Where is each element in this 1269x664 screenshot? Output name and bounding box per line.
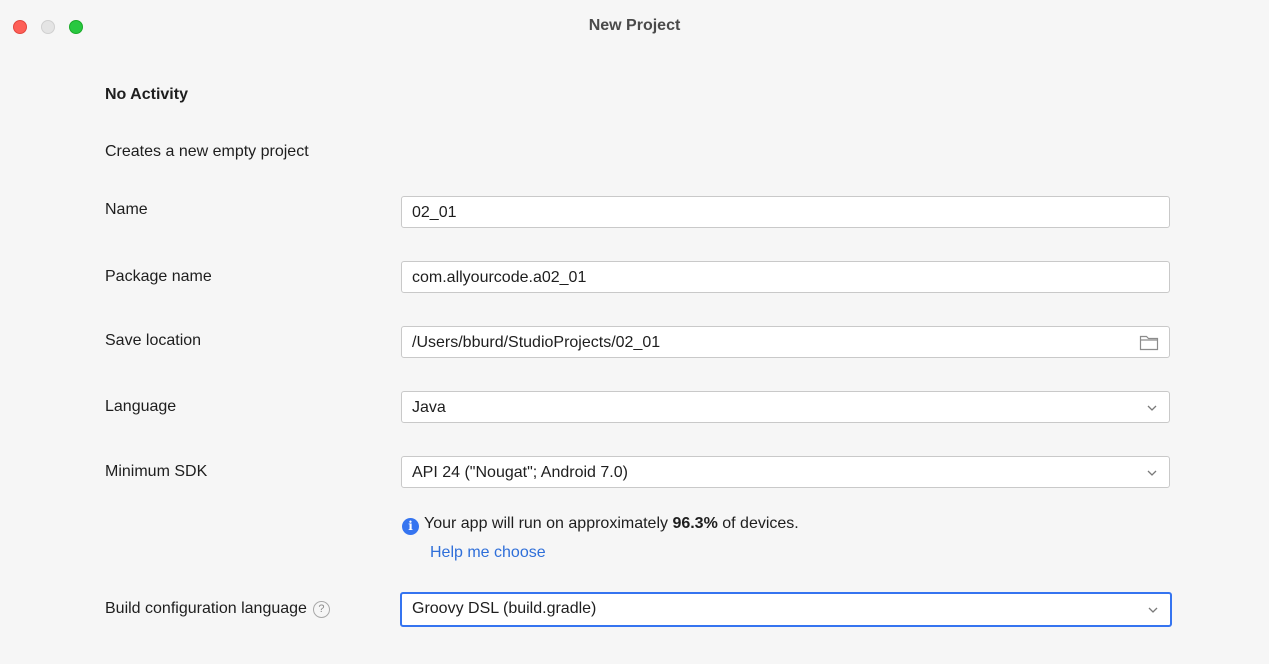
build-config-label: Build configuration language xyxy=(105,600,307,617)
package-name-field[interactable]: com.allyourcode.a02_01 xyxy=(401,261,1170,293)
name-label: Name xyxy=(105,201,148,218)
language-label: Language xyxy=(105,398,177,415)
sdk-info-prefix: Your app will run on approximately xyxy=(424,515,673,532)
help-me-choose-link[interactable]: Help me choose xyxy=(430,544,546,562)
language-dropdown[interactable]: Java xyxy=(401,391,1170,423)
chevron-down-icon xyxy=(1147,405,1157,411)
minimum-sdk-value: API 24 ("Nougat"; Android 7.0) xyxy=(412,464,628,481)
chevron-down-icon xyxy=(1147,470,1157,476)
template-description: Creates a new empty project xyxy=(105,143,309,160)
package-name-value: com.allyourcode.a02_01 xyxy=(412,269,587,286)
name-value: 02_01 xyxy=(412,204,457,221)
build-config-dropdown[interactable]: Groovy DSL (build.gradle) xyxy=(400,592,1172,627)
name-field[interactable]: 02_01 xyxy=(401,196,1170,228)
package-name-label: Package name xyxy=(105,268,212,285)
sdk-info-percent: 96.3% xyxy=(672,515,718,532)
info-icon: i xyxy=(402,518,419,535)
save-location-field[interactable]: /Users/bburd/StudioProjects/02_01 xyxy=(401,326,1170,358)
build-config-value: Groovy DSL (build.gradle) xyxy=(412,600,597,617)
language-value: Java xyxy=(412,399,446,416)
sdk-info-suffix: of devices. xyxy=(717,515,799,532)
new-project-window: New Project No Activity Creates a new em… xyxy=(0,0,1269,664)
help-question-icon[interactable]: ? xyxy=(312,601,330,618)
template-heading: No Activity xyxy=(105,86,188,103)
sdk-coverage-info: i Your app will run on approximately 96.3… xyxy=(402,515,799,535)
save-location-value: /Users/bburd/StudioProjects/02_01 xyxy=(412,334,661,351)
save-location-label: Save location xyxy=(105,332,202,349)
minimum-sdk-dropdown[interactable]: API 24 ("Nougat"; Android 7.0) xyxy=(401,456,1170,488)
title-bar: New Project xyxy=(0,0,1269,52)
folder-icon[interactable] xyxy=(1139,334,1159,351)
chevron-down-icon xyxy=(1148,607,1158,613)
build-config-label-row: Build configuration language? xyxy=(105,600,330,618)
window-title: New Project xyxy=(588,17,681,34)
minimum-sdk-label: Minimum SDK xyxy=(105,463,208,480)
